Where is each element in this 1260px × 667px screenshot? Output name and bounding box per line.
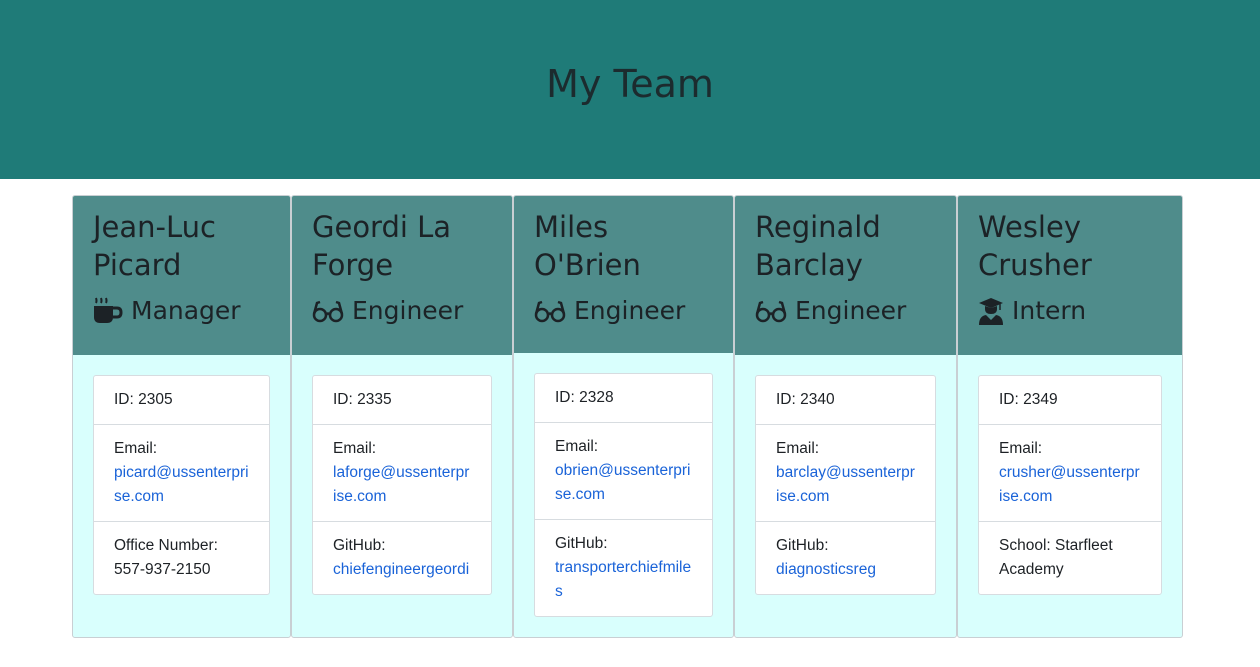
email-link[interactable]: laforge@ussenterprise.com xyxy=(333,464,469,505)
employee-name: Miles O'Brien xyxy=(534,210,641,282)
email-link[interactable]: obrien@ussenterprise.com xyxy=(555,462,691,503)
card-header: Reginald Barclay Engineer xyxy=(735,196,956,355)
office-number: Office Number: 557-937-2150 xyxy=(94,521,269,594)
employee-role: Engineer xyxy=(755,294,936,328)
employee-card: Miles O'Brien Engineer ID: 2328 Email: o… xyxy=(513,195,734,638)
school: School: Starfleet Academy xyxy=(979,521,1161,594)
card-body: ID: 2328 Email: obrien@ussenterprise.com… xyxy=(514,353,733,637)
employee-email: Email: obrien@ussenterprise.com xyxy=(535,422,712,519)
page-title: My Team xyxy=(546,61,714,106)
info-list: ID: 2340 Email: barclay@ussenterprise.co… xyxy=(755,375,936,595)
email-link[interactable]: crusher@ussenterprise.com xyxy=(999,464,1140,505)
employee-name: Wesley Crusher xyxy=(978,210,1092,282)
employee-card: Geordi La Forge Engineer ID: 2335 Email:… xyxy=(291,195,513,638)
employee-role: Manager xyxy=(93,294,270,328)
team-cards: Jean-Luc Picard Manager ID: 2305 Email: … xyxy=(72,195,1183,638)
info-list: ID: 2305 Email: picard@ussenterprise.com… xyxy=(93,375,270,595)
graduate-icon xyxy=(979,298,1003,325)
employee-role: Intern xyxy=(978,294,1162,328)
employee-card: Reginald Barclay Engineer ID: 2340 Email… xyxy=(734,195,957,638)
github-link[interactable]: transporterchiefmiles xyxy=(555,559,691,600)
github-link[interactable]: chiefengineergeordi xyxy=(333,561,469,578)
github: GitHub: transporterchiefmiles xyxy=(535,519,712,616)
employee-name: Reginald Barclay xyxy=(755,210,881,282)
employee-email: Email: crusher@ussenterprise.com xyxy=(979,424,1161,521)
glasses-icon xyxy=(534,300,566,323)
employee-card: Jean-Luc Picard Manager ID: 2305 Email: … xyxy=(72,195,291,638)
card-body: ID: 2340 Email: barclay@ussenterprise.co… xyxy=(735,355,956,637)
github-link[interactable]: diagnosticsreg xyxy=(776,561,876,578)
info-list: ID: 2349 Email: crusher@ussenterprise.co… xyxy=(978,375,1162,595)
card-header: Wesley Crusher Intern xyxy=(958,196,1182,355)
employee-email: Email: barclay@ussenterprise.com xyxy=(756,424,935,521)
card-header: Miles O'Brien Engineer xyxy=(514,196,733,353)
employee-id: ID: 2340 xyxy=(776,391,835,408)
info-list: ID: 2328 Email: obrien@ussenterprise.com… xyxy=(534,373,713,617)
employee-id: ID: 2335 xyxy=(333,391,392,408)
employee-name: Jean-Luc Picard xyxy=(93,210,216,282)
email-link[interactable]: barclay@ussenterprise.com xyxy=(776,464,915,505)
employee-role: Engineer xyxy=(534,294,713,328)
coffee-icon xyxy=(94,297,123,323)
glasses-icon xyxy=(312,300,344,323)
card-header: Jean-Luc Picard Manager xyxy=(73,196,290,355)
card-body: ID: 2335 Email: laforge@ussenterprise.co… xyxy=(292,355,512,637)
card-body: ID: 2349 Email: crusher@ussenterprise.co… xyxy=(958,355,1182,637)
github: GitHub: chiefengineergeordi xyxy=(313,521,491,594)
info-list: ID: 2335 Email: laforge@ussenterprise.co… xyxy=(312,375,492,595)
employee-name: Geordi La Forge xyxy=(312,210,452,282)
card-header: Geordi La Forge Engineer xyxy=(292,196,512,355)
card-body: ID: 2305 Email: picard@ussenterprise.com… xyxy=(73,355,290,637)
glasses-icon xyxy=(755,300,787,323)
page-header: My Team xyxy=(0,0,1260,179)
employee-email: Email: laforge@ussenterprise.com xyxy=(313,424,491,521)
employee-id: ID: 2305 xyxy=(114,391,173,408)
email-link[interactable]: picard@ussenterprise.com xyxy=(114,464,249,505)
employee-id: ID: 2349 xyxy=(999,391,1058,408)
employee-id: ID: 2328 xyxy=(555,389,614,406)
employee-role: Engineer xyxy=(312,294,492,328)
employee-card: Wesley Crusher Intern ID: 2349 Email: cr… xyxy=(957,195,1183,638)
github: GitHub: diagnosticsreg xyxy=(756,521,935,594)
employee-email: Email: picard@ussenterprise.com xyxy=(94,424,269,521)
